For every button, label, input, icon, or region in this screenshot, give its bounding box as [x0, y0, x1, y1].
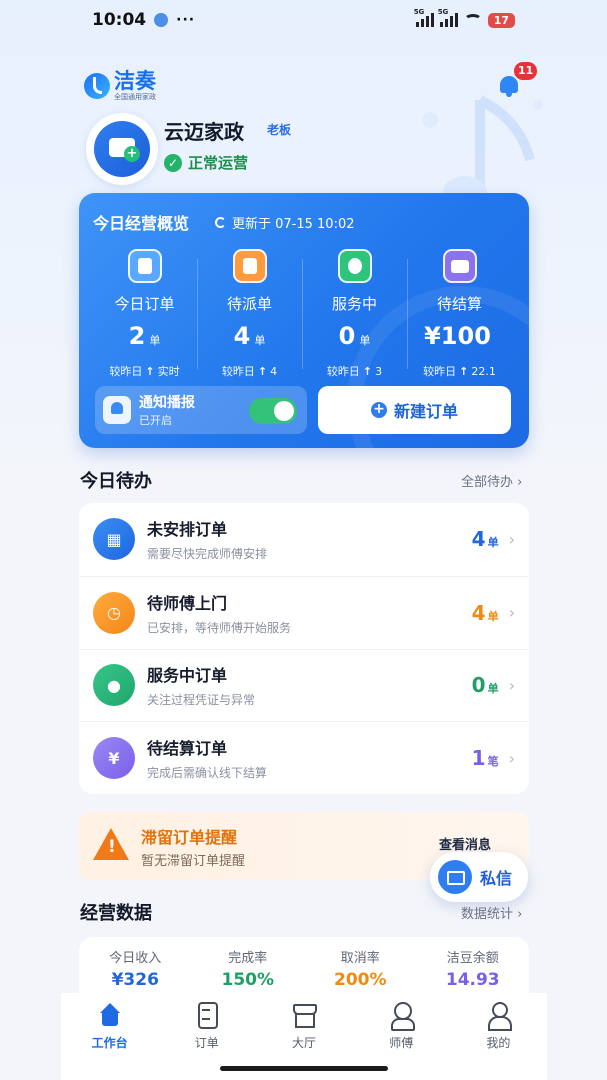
stat-pending-dispatch[interactable]: 待派单 4单 较昨日 ↑ 4 — [197, 249, 302, 379]
clipboard-icon — [127, 249, 162, 283]
tab-me[interactable]: 我的 — [450, 1001, 547, 1080]
business-section-title: 经营数据 — [80, 903, 152, 924]
brand-subtitle: 全国通用家政 — [114, 93, 156, 101]
arrow-up-icon: ↑ — [145, 364, 155, 378]
view-messages-button[interactable]: 查看消息 — [439, 834, 491, 853]
yen-icon: ¥ — [93, 737, 135, 780]
home-icon — [96, 1001, 124, 1029]
chevron-right-icon: › — [508, 748, 515, 768]
overview-stats: 今日订单 2单 较昨日 ↑ 实时 待派单 4单 较昨日 ↑ 4 服务中 0单 较昨日 ↑ 3… — [79, 249, 529, 379]
chevron-right-icon: › — [508, 529, 515, 549]
arrow-up-icon: ↑ — [362, 364, 373, 378]
home-indicator[interactable] — [220, 1066, 388, 1071]
alert-subtitle: 暂无滞留订单提醒 — [141, 854, 246, 869]
notify-toggle[interactable] — [249, 398, 297, 424]
store-icon — [94, 121, 150, 177]
battery-icon: 17 — [487, 12, 515, 28]
role-badge: 老板 — [267, 123, 292, 137]
person-icon — [484, 1001, 513, 1031]
avatar[interactable] — [86, 113, 158, 185]
overview-title: 今日经营概览 — [93, 214, 190, 233]
notification-badge: 11 — [514, 62, 538, 80]
shop-icon — [290, 1001, 318, 1029]
todo-section-title: 今日待办 — [80, 471, 152, 492]
status-text: 正常运营 — [188, 154, 249, 172]
list-item-pending-settlement[interactable]: ¥ 待结算订单 完成后需确认线下结算 1笔 › — [79, 721, 529, 794]
brand-name: 洁奏 — [114, 69, 156, 93]
arrow-up-icon: ↑ — [459, 364, 469, 378]
refresh-icon — [215, 217, 226, 228]
brand-logo: 洁奏 全国通用家政 — [84, 70, 156, 102]
overview-updated[interactable]: 更新于 07-15 10:02 — [215, 213, 355, 232]
dispatch-icon — [232, 249, 267, 283]
data-stats-link[interactable]: 数据统计 › — [461, 903, 522, 922]
overview-card: 今日经营概览 更新于 07-15 10:02 今日订单 2单 较昨日 ↑ 实时 待派… — [79, 193, 529, 448]
arrow-up-icon: ↑ — [257, 364, 268, 378]
chevron-right-icon: › — [508, 675, 515, 695]
status-time: 10:04 — [92, 10, 147, 30]
signal-icon: 5G — [438, 8, 458, 27]
wifi-icon — [463, 14, 482, 26]
clock-icon: ◷ — [93, 591, 135, 634]
private-message-button[interactable]: 私信 — [430, 852, 528, 902]
list-item-awaiting-visit[interactable]: ◷ 待师傅上门 已安排，等待师傅开始服务 4单 › — [79, 575, 529, 649]
app-indicator-icon — [154, 13, 169, 27]
worker-icon — [337, 249, 372, 283]
status-more: ··· — [176, 12, 196, 28]
list-item-unassigned[interactable]: ▦ 未安排订单 需要尽快完成师傅安排 4单 › — [79, 503, 529, 576]
all-todos-link[interactable]: 全部待办 › — [461, 471, 522, 490]
wallet-icon — [442, 249, 477, 283]
bell-icon — [103, 396, 131, 424]
stat-in-service[interactable]: 服务中 0单 较昨日 ↑ 3 — [302, 249, 407, 379]
stat-today-orders[interactable]: 今日订单 2单 较昨日 ↑ 实时 — [92, 249, 197, 379]
alert-title: 滞留订单提醒 — [141, 828, 238, 847]
status-bar: 10:04 ··· 5G 5G 17 — [0, 0, 607, 40]
operating-status: ✓ 正常运营 — [164, 152, 248, 173]
worker-icon — [387, 1001, 416, 1031]
tab-workbench[interactable]: 工作台 — [61, 1001, 158, 1080]
signal-icon: 5G — [414, 8, 434, 27]
document-icon — [193, 1001, 221, 1029]
calendar-icon: ▦ — [93, 518, 135, 561]
stat-pending-settlement[interactable]: 待结算 ¥100 较昨日 ↑ 22.1 — [407, 249, 512, 379]
chevron-right-icon: › — [508, 603, 515, 623]
worker-icon: ● — [93, 664, 135, 707]
new-order-button[interactable]: + 新建订单 — [318, 386, 511, 434]
logo-icon — [84, 73, 110, 99]
todo-list: ▦ 未安排订单 需要尽快完成师傅安排 4单 › ◷ 待师傅上门 已安排，等待师傅… — [79, 503, 529, 794]
company-name: 云迈家政 — [164, 120, 244, 144]
warning-icon — [93, 828, 129, 860]
mail-icon — [438, 860, 472, 894]
list-item-in-service[interactable]: ● 服务中订单 关注过程凭证与异常 0单 › — [79, 648, 529, 722]
notify-broadcast: 通知播报 已开启 — [95, 386, 307, 434]
check-icon: ✓ — [164, 153, 182, 172]
plus-icon: + — [370, 402, 387, 418]
app-screen: 10:04 ··· 5G 5G 17 洁奏 全国通用家政 11 云迈家政 老板 … — [0, 0, 607, 1080]
